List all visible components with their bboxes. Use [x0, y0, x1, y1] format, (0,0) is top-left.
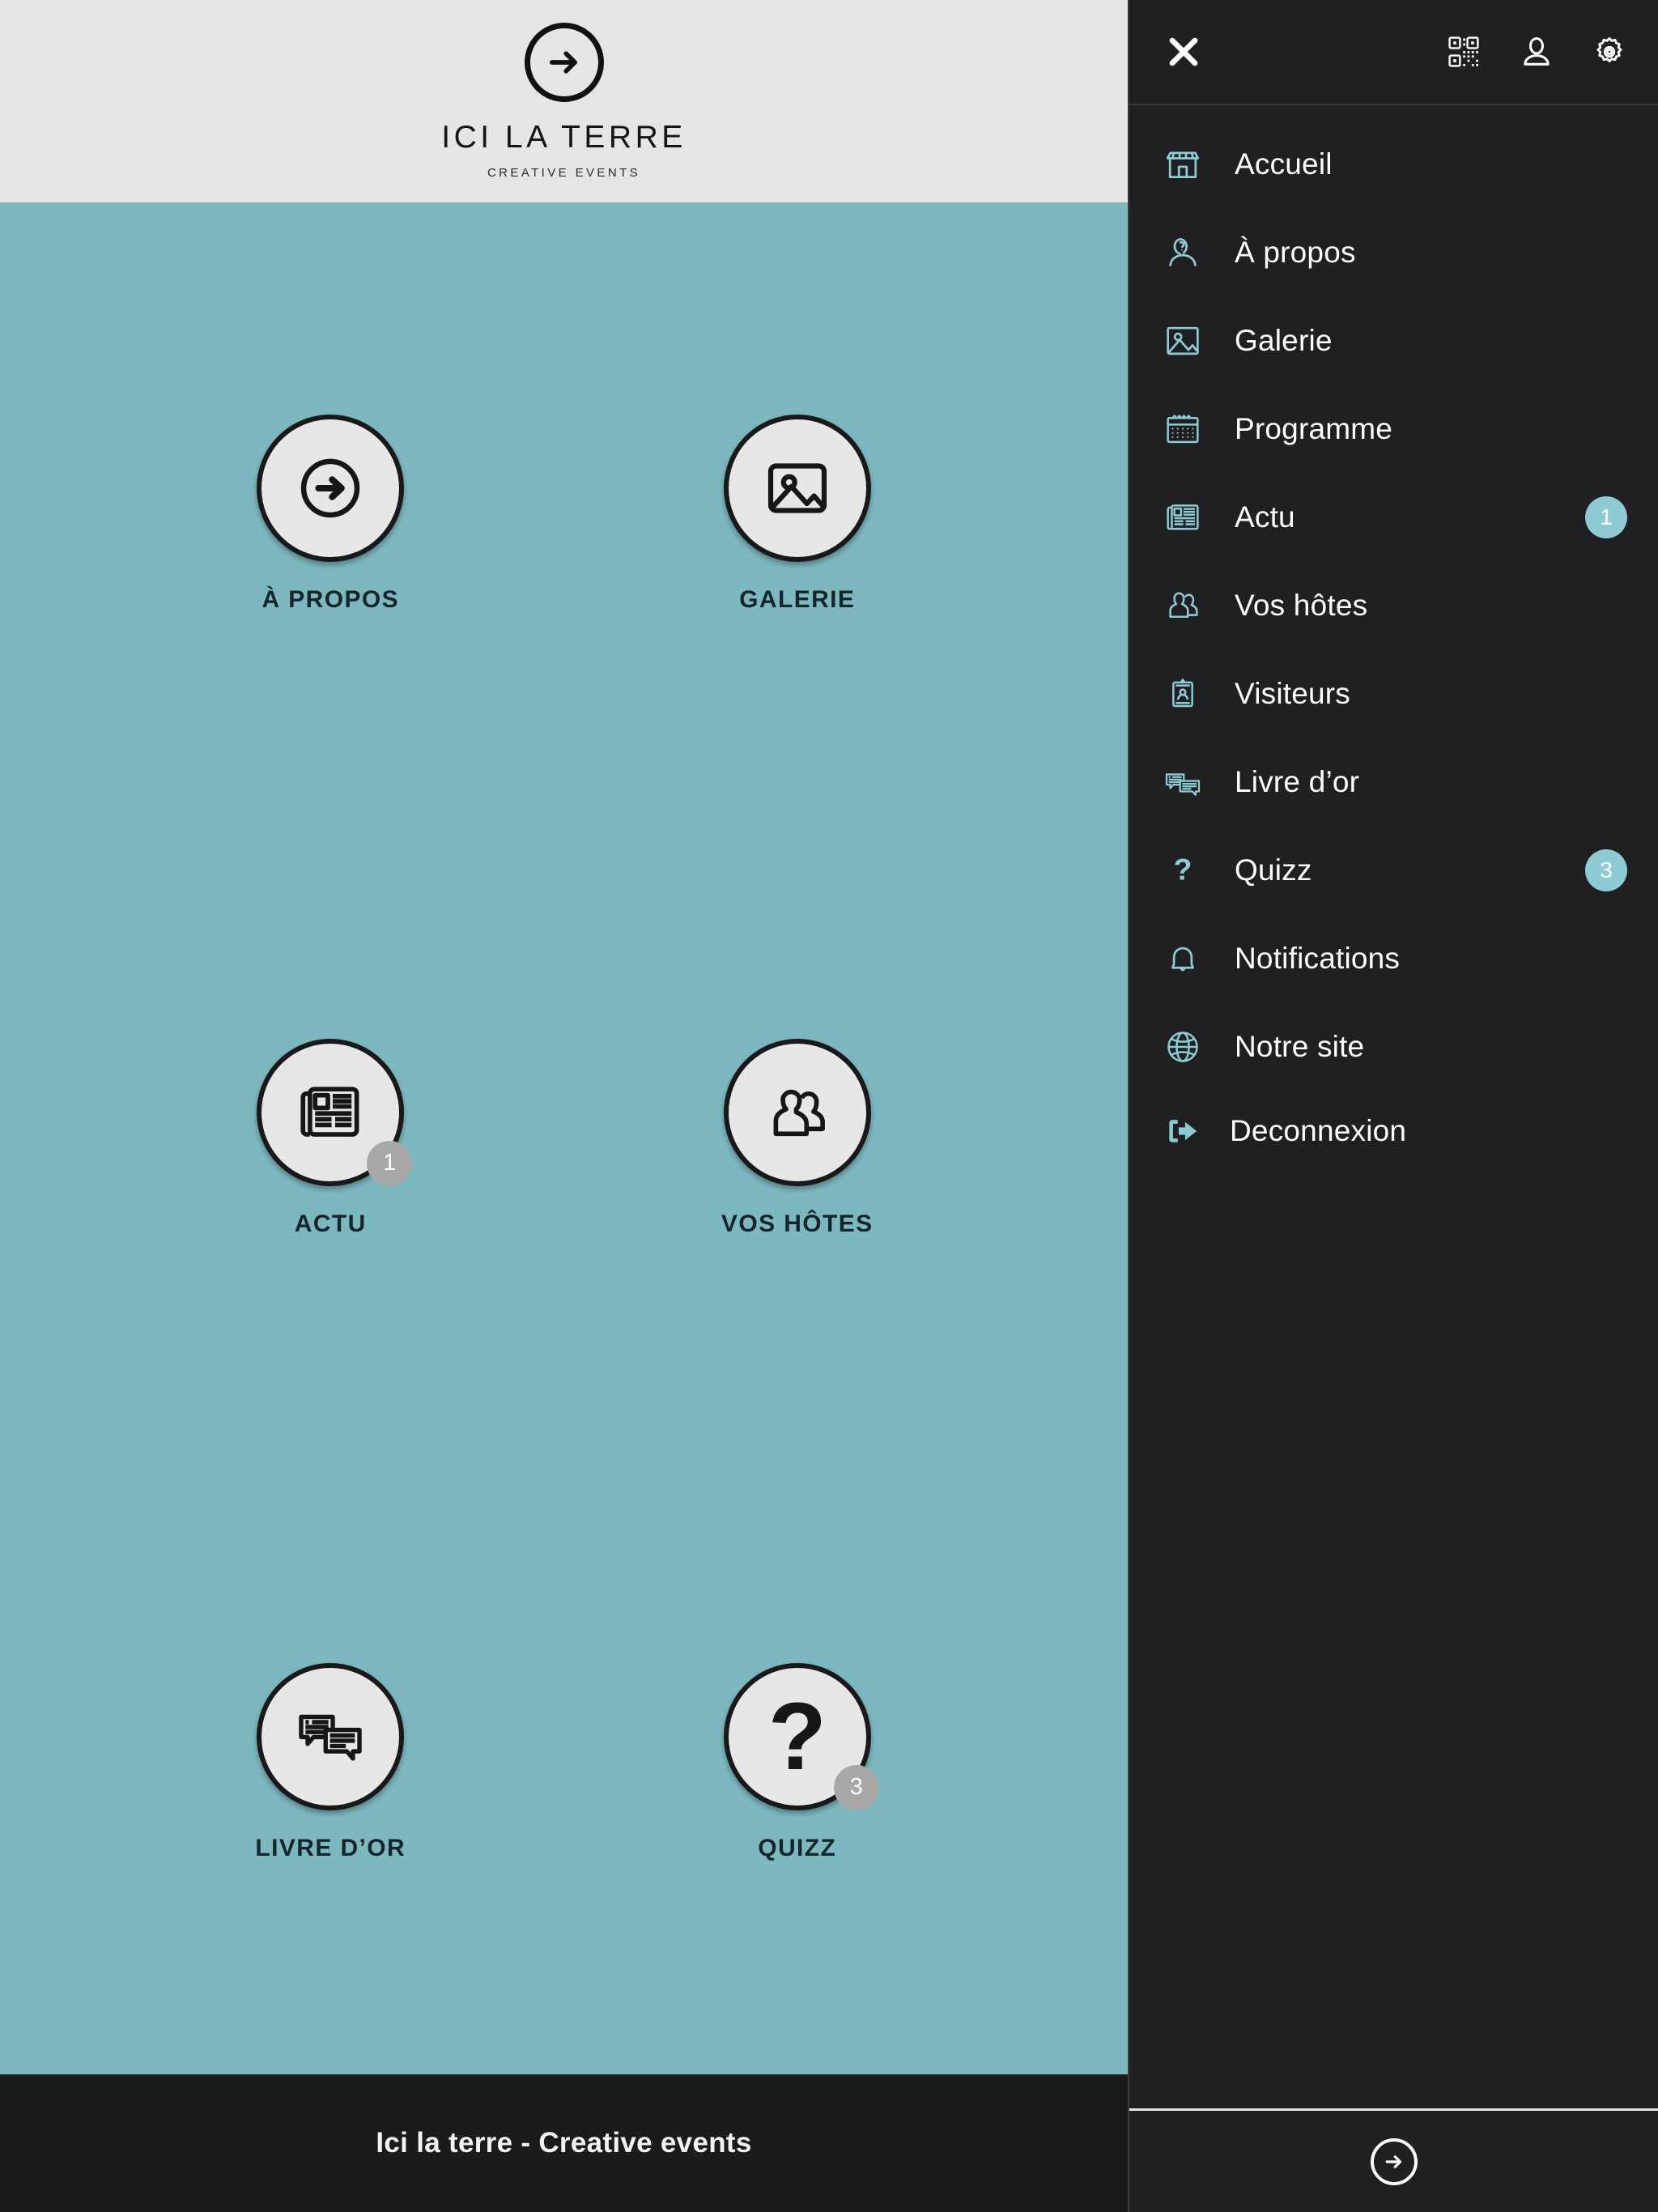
- tile-label: ACTU: [294, 1210, 367, 1237]
- sidebar-item-actu[interactable]: Actu 1: [1129, 473, 1658, 561]
- sidebar-item-label: Actu: [1235, 500, 1295, 534]
- sidebar-item-label: Galerie: [1235, 323, 1333, 357]
- sidebar-item-quizz[interactable]: ? Quizz 3: [1129, 826, 1658, 914]
- sidebar-footer: [1129, 2108, 1658, 2212]
- sidebar-item-vos-hotes[interactable]: Vos hôtes: [1129, 561, 1658, 649]
- arrow-right-circle-icon: [301, 459, 360, 518]
- tile-label: VOS HÔTES: [721, 1210, 874, 1237]
- newspaper-icon: [1160, 495, 1205, 540]
- bell-icon: [1160, 936, 1205, 981]
- arrow-right-circle-icon[interactable]: [1370, 2138, 1418, 2185]
- sidebar-item-livre-dor[interactable]: Livre d’or: [1129, 738, 1658, 826]
- tile-grid: À PROPOS GALERIE 1 ACTU VOS HÔTES LIVRE …: [0, 202, 1128, 2074]
- main-pane: ICI LA TERRE CREATIVE EVENTS À PROPOS GA…: [0, 0, 1128, 2212]
- sidebar-item-accueil[interactable]: Accueil: [1129, 120, 1658, 208]
- tile-a-propos[interactable]: À PROPOS: [97, 202, 564, 827]
- sidebar-item-a-propos[interactable]: À propos: [1129, 208, 1658, 296]
- tile-icon-wrap: ? 3: [723, 1662, 879, 1810]
- tile-icon-wrap: [723, 415, 871, 563]
- main-footer: Ici la terre - Creative events: [0, 2074, 1128, 2212]
- tile-badge: 1: [367, 1140, 413, 1186]
- chat-bubbles-icon: [299, 1714, 362, 1761]
- tile-icon-wrap: 1: [257, 1038, 413, 1186]
- two-people-icon: [1160, 583, 1205, 628]
- tile-galerie[interactable]: GALERIE: [564, 202, 1031, 827]
- question-mark-icon: ?: [767, 1682, 827, 1790]
- sidebar-item-label: Livre d’or: [1235, 764, 1360, 798]
- sidebar-item-notifications[interactable]: Notifications: [1129, 914, 1658, 1002]
- gear-icon[interactable]: [1585, 28, 1634, 76]
- footer-text: Ici la terre - Creative events: [376, 2127, 752, 2159]
- question-mark-icon: ?: [1160, 848, 1205, 893]
- globe-icon: [1160, 1024, 1205, 1070]
- sidebar-item-label: Visiteurs: [1235, 676, 1351, 710]
- logout-icon: [1160, 1108, 1205, 1154]
- badge-card-icon: [1160, 671, 1205, 717]
- tile-label: GALERIE: [739, 586, 856, 614]
- sidebar-item-visiteurs[interactable]: Visiteurs: [1129, 649, 1658, 738]
- sidebar-item-label: Programme: [1235, 411, 1393, 445]
- sidebar-item-label: À propos: [1235, 235, 1356, 269]
- person-icon[interactable]: [1512, 28, 1561, 76]
- sidebar-item-label: Notre site: [1235, 1029, 1365, 1063]
- tile-icon-wrap: [257, 1662, 405, 1810]
- tile-vos-hotes[interactable]: VOS HÔTES: [564, 827, 1031, 1451]
- app-root: ICI LA TERRE CREATIVE EVENTS À PROPOS GA…: [0, 0, 1658, 2212]
- sidebar-item-label: Vos hôtes: [1235, 588, 1368, 622]
- tile-livre-dor[interactable]: LIVRE D’OR: [97, 1450, 564, 2074]
- brand-header: ICI LA TERRE CREATIVE EVENTS: [0, 0, 1128, 202]
- sidebar-item-label: Deconnexion: [1230, 1114, 1407, 1147]
- tile-actu[interactable]: 1 ACTU: [97, 827, 564, 1451]
- sidebar-topbar: [1129, 0, 1658, 105]
- person-question-icon: [1160, 230, 1205, 275]
- brand-tagline: CREATIVE EVENTS: [487, 166, 641, 180]
- sidebar-item-label: Notifications: [1235, 941, 1401, 975]
- sidebar-item-programme[interactable]: Programme: [1129, 385, 1658, 473]
- tile-badge: 3: [833, 1764, 879, 1810]
- chat-bubbles-icon: [1160, 759, 1205, 805]
- svg-text:?: ?: [1174, 852, 1192, 886]
- sidebar-item-deconnexion[interactable]: Deconnexion: [1129, 1091, 1658, 1172]
- calendar-icon: [1160, 406, 1205, 452]
- arrow-right-circle-icon: [524, 23, 604, 102]
- tile-icon-wrap: [723, 1038, 871, 1186]
- store-icon: [1160, 142, 1205, 187]
- tile-icon-wrap: [257, 415, 405, 563]
- sidebar-item-notre-site[interactable]: Notre site: [1129, 1002, 1658, 1091]
- brand-name: ICI LA TERRE: [441, 120, 687, 155]
- tile-quizz[interactable]: ? 3 QUIZZ: [564, 1450, 1031, 2074]
- sidebar-item-badge: 1: [1585, 496, 1627, 538]
- sidebar-item-badge: 3: [1585, 849, 1627, 891]
- image-icon: [767, 463, 827, 513]
- two-people-icon: [773, 1089, 825, 1137]
- qr-code-icon[interactable]: [1439, 28, 1488, 76]
- topbar-actions: [1439, 28, 1634, 76]
- image-icon: [1160, 318, 1205, 364]
- newspaper-icon: [300, 1087, 359, 1137]
- tile-label: À PROPOS: [261, 586, 400, 614]
- tile-label: LIVRE D’OR: [255, 1834, 406, 1861]
- menu-list: Accueil À propos Galerie Programme Actu …: [1129, 105, 1658, 1172]
- tile-label: QUIZZ: [758, 1834, 837, 1861]
- sidebar-menu: Accueil À propos Galerie Programme Actu …: [1128, 0, 1658, 2212]
- sidebar-item-galerie[interactable]: Galerie: [1129, 296, 1658, 385]
- close-icon[interactable]: [1160, 28, 1207, 75]
- sidebar-item-label: Accueil: [1235, 147, 1333, 181]
- sidebar-item-label: Quizz: [1235, 853, 1312, 887]
